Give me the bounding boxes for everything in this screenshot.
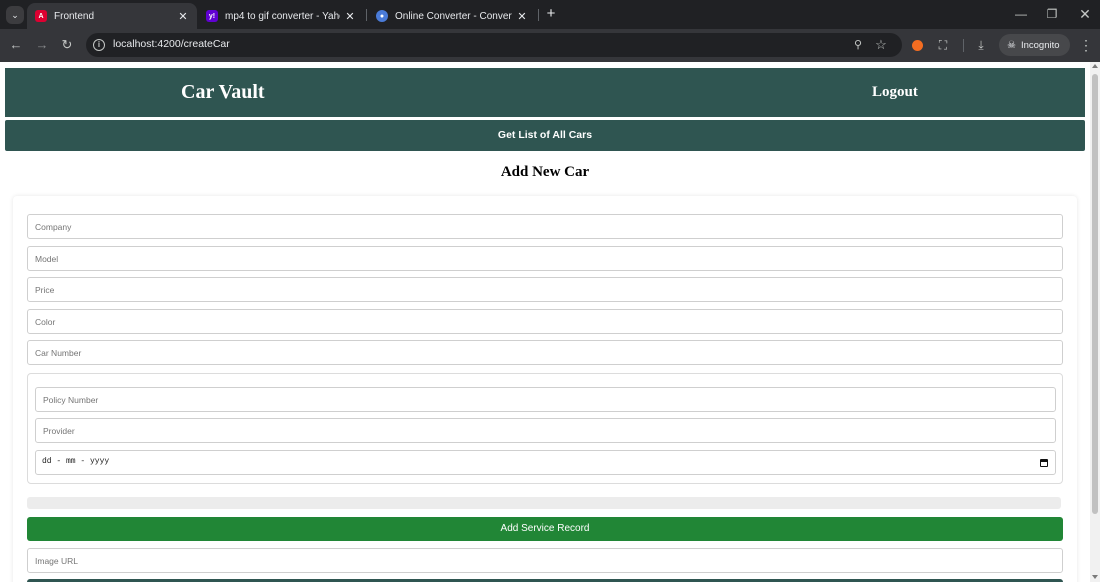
color-input[interactable]	[27, 309, 1063, 334]
converter-favicon-icon: ●	[376, 10, 388, 22]
window-close-icon[interactable]: ✕	[1076, 5, 1094, 23]
scroll-down-arrow-icon[interactable]	[1092, 575, 1098, 579]
bookmark-star-icon[interactable]: ☆	[873, 37, 889, 53]
car-number-input[interactable]	[27, 340, 1063, 365]
extension-icon[interactable]	[912, 40, 923, 51]
download-icon[interactable]: ⤓	[973, 37, 989, 53]
zoom-icon[interactable]: ⚲	[850, 37, 866, 53]
tab-search-icon[interactable]: ⌄	[6, 6, 24, 24]
scrollbar-thumb[interactable]	[1092, 74, 1098, 514]
toolbar-divider	[963, 39, 964, 52]
tab-title: Online Converter - Convert Ima	[395, 10, 512, 22]
add-service-record-button[interactable]: Add Service Record	[27, 517, 1063, 541]
yahoo-favicon-icon: y!	[206, 10, 218, 22]
browser-tab-strip: ⌄ A Frontend ✕ y! mp4 to gif converter -…	[0, 0, 1100, 29]
address-bar[interactable]: i localhost:4200/createCar ⚲ ☆	[86, 33, 902, 57]
logout-link[interactable]: Logout	[872, 84, 918, 101]
model-input[interactable]	[27, 246, 1063, 271]
get-list-of-all-cars-button[interactable]: Get List of All Cars	[5, 120, 1085, 151]
back-icon[interactable]: ←	[8, 37, 24, 53]
minimize-icon[interactable]: —	[1012, 5, 1030, 23]
tab-title: mp4 to gif converter - Yahoo S	[225, 10, 340, 22]
tab-frontend[interactable]: A Frontend ✕	[27, 3, 197, 29]
company-input[interactable]	[27, 214, 1063, 239]
scroll-up-arrow-icon[interactable]	[1092, 64, 1098, 68]
reload-icon[interactable]: ↻	[59, 37, 75, 53]
address-url[interactable]: localhost:4200/createCar	[113, 38, 230, 50]
tab-close-icon[interactable]: ✕	[177, 10, 189, 23]
provider-input[interactable]	[35, 418, 1056, 443]
page-title: Add New Car	[500, 164, 590, 180]
image-url-input[interactable]	[27, 548, 1063, 573]
tab-yahoo[interactable]: y! mp4 to gif converter - Yahoo S ✕	[198, 3, 364, 29]
calendar-icon[interactable]	[1040, 459, 1048, 467]
service-records-area	[27, 497, 1061, 509]
app-header: Car Vault Logout	[5, 68, 1085, 117]
page-scrollbar[interactable]	[1090, 62, 1100, 582]
restore-icon[interactable]: ❐	[1043, 5, 1061, 23]
browser-menu-icon[interactable]: ⋮	[1078, 37, 1094, 53]
tab-separator	[366, 9, 367, 21]
angular-favicon-icon: A	[35, 10, 47, 22]
site-info-icon[interactable]: i	[93, 39, 105, 51]
forward-icon[interactable]: →	[34, 37, 50, 53]
incognito-badge[interactable]: ☠ Incognito	[999, 34, 1070, 56]
browser-toolbar: ← → ↻ i localhost:4200/createCar ⚲ ☆ ⛶ ⤓…	[0, 29, 1100, 62]
brand-title[interactable]: Car Vault	[181, 81, 265, 104]
tab-title: Frontend	[54, 10, 95, 22]
extensions-puzzle-icon[interactable]: ⛶	[935, 37, 951, 53]
incognito-icon: ☠	[1007, 39, 1016, 51]
date-placeholder: dd - mm - yyyy	[42, 457, 110, 466]
incognito-label: Incognito	[1020, 39, 1060, 51]
policy-number-input[interactable]	[35, 387, 1056, 412]
page-viewport: Car Vault Logout Get List of All Cars Ad…	[0, 62, 1090, 582]
insurance-date-input[interactable]: dd - mm - yyyy	[35, 450, 1056, 475]
new-tab-icon[interactable]: +	[543, 6, 559, 22]
tab-close-icon[interactable]: ✕	[516, 10, 528, 23]
price-input[interactable]	[27, 277, 1063, 302]
tab-online-converter[interactable]: ● Online Converter - Convert Ima ✕	[368, 3, 536, 29]
tab-close-icon[interactable]: ✕	[344, 10, 356, 23]
tab-separator	[538, 9, 539, 21]
